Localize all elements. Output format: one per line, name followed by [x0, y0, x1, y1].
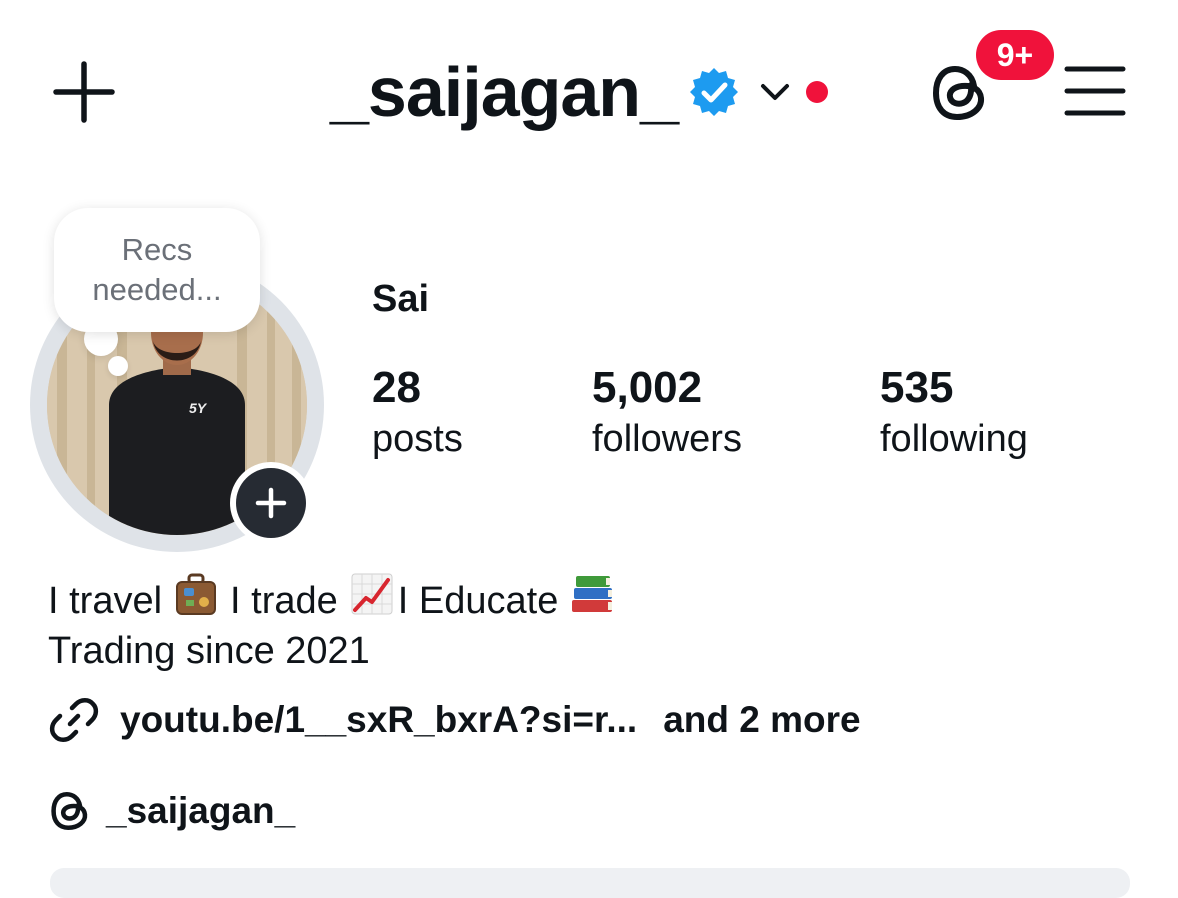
bio-line-1: I travel I trade I Educate: [48, 572, 628, 629]
display-name: Sai: [372, 278, 430, 320]
notification-badge: 9+: [976, 30, 1054, 80]
bio-educate: I Educate: [397, 579, 559, 622]
stat-followers-value: 5,002: [592, 363, 703, 412]
threads-profile-link[interactable]: _saijagan_: [48, 786, 295, 836]
add-story-button[interactable]: [230, 462, 312, 544]
threads-icon: [51, 792, 88, 830]
stat-posts-value: 28: [372, 363, 421, 412]
link-icon: [49, 698, 99, 742]
bio-travel: I travel: [48, 579, 163, 622]
stat-followers[interactable]: 5,002 followers: [592, 362, 742, 464]
menu-icon[interactable]: [1064, 64, 1126, 118]
books-emoji-icon: [570, 572, 616, 629]
stat-following-label: following: [880, 418, 1028, 460]
chart-increasing-emoji-icon: [350, 572, 394, 629]
username-title: _saijagan_: [330, 53, 679, 131]
note-bubble[interactable]: Recs needed...: [54, 208, 260, 332]
add-story-circle: [236, 468, 306, 538]
stat-followers-label: followers: [592, 418, 742, 460]
account-switcher[interactable]: _saijagan_: [330, 52, 828, 132]
chevron-down-icon[interactable]: [758, 75, 792, 109]
link-row[interactable]: youtu.be/1__sxR_bxrA?si=r... and 2 more: [48, 694, 861, 746]
verified-badge-icon: [690, 68, 738, 116]
stat-posts[interactable]: 28 posts: [372, 362, 463, 464]
stat-following[interactable]: 535 following: [880, 362, 1028, 464]
threads-handle: _saijagan_: [106, 790, 296, 831]
suitcase-emoji-icon: [174, 572, 218, 629]
note-bubble-tail-small: [108, 356, 128, 376]
stat-posts-label: posts: [372, 418, 463, 460]
svg-text:5Y: 5Y: [189, 400, 208, 416]
more-links[interactable]: and 2 more: [663, 699, 860, 741]
note-text: Recs needed...: [92, 232, 222, 307]
plus-icon[interactable]: [52, 60, 116, 124]
bio-trade: I trade: [230, 579, 338, 622]
stat-following-value: 535: [880, 363, 954, 412]
unread-dot: [806, 81, 828, 103]
bio-link[interactable]: youtu.be/1__sxR_bxrA?si=r...: [120, 699, 637, 741]
plus-icon: [255, 487, 287, 519]
profile-action-bar: [50, 868, 1130, 898]
bio-line-2: Trading since 2021: [48, 630, 370, 672]
